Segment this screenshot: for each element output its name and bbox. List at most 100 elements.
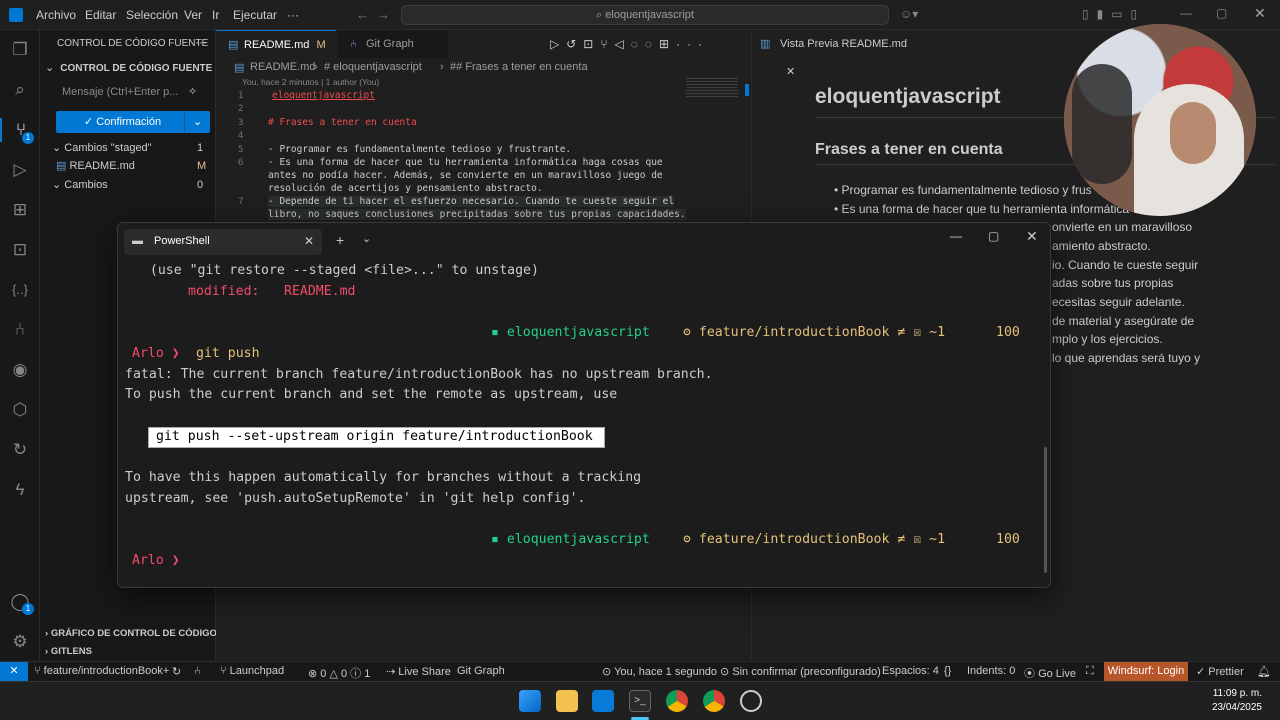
share-icon[interactable]: ↻ (8, 438, 32, 462)
remote-explorer-icon[interactable]: ⊡ (8, 238, 32, 262)
branch-indicator[interactable]: ⑂ feature/introductionBook+ (34, 665, 169, 677)
breadcrumb-heading-2[interactable]: ## Frases a tener en cuenta (450, 61, 588, 73)
minimap[interactable] (686, 78, 738, 98)
source-control-icon[interactable]: ⑂ (0, 118, 40, 142)
terminal-scrollbar[interactable] (1044, 447, 1047, 573)
golive-status[interactable]: ⦿ Go Live (1024, 665, 1076, 681)
menu-ver[interactable]: Ver (184, 8, 202, 22)
changes-group[interactable]: ⌄ Cambios 0 (40, 176, 216, 194)
menu-ir[interactable]: Ir (212, 8, 219, 22)
copilot-icon[interactable]: ☺▾ (900, 7, 918, 21)
close-window-icon[interactable]: ✕ (1254, 5, 1266, 22)
menu-ejecutar[interactable]: Ejecutar (233, 8, 277, 22)
check-icon: ✓ (84, 116, 94, 128)
chevron-down-icon[interactable]: ⌄ (362, 232, 371, 245)
minimize-icon[interactable]: — (950, 229, 962, 243)
breadcrumb-heading-1[interactable]: # eloquentjavascript (324, 61, 422, 73)
chevron-down-icon[interactable]: ⌄ (193, 111, 202, 133)
prompt-user: Arlo ❯ (132, 551, 180, 571)
notifications-icon[interactable]: 🔔︎ (1257, 665, 1271, 678)
git-graph-status-icon[interactable]: ⑃ (194, 665, 201, 677)
tab-readme[interactable]: ▤ README.md M (216, 30, 336, 58)
breadcrumb-file[interactable]: README.md (250, 61, 315, 73)
bolt-icon[interactable]: ϟ (8, 478, 32, 502)
preview-text-fragment: adas sobre tus propias (1052, 276, 1174, 290)
tab-git-graph[interactable]: ⑃ Git Graph (338, 30, 448, 58)
launchpad-item[interactable]: ⑂ Launchpad (220, 665, 284, 677)
status-bar: ✕ ⑂ feature/introductionBook+ ↻ ⑃ ⑂ Laun… (0, 661, 1280, 682)
layout-icons[interactable]: ▯▮▭▯ (1082, 7, 1145, 21)
prettier-status[interactable]: ✓ Prettier (1196, 665, 1244, 678)
prompt-repo: ▪ eloquentjavascript (491, 530, 650, 550)
forward-arrow-icon[interactable]: → (377, 7, 390, 22)
codelens-blame[interactable]: You, hace 2 minutos | 1 author (You) (242, 77, 379, 87)
gitlens-icon[interactable]: ◉ (8, 358, 32, 382)
staged-file-item[interactable]: ▤ README.md M (40, 157, 216, 175)
remote-indicator-icon[interactable]: ✕ (0, 662, 28, 682)
run-debug-icon[interactable]: ▷ (8, 158, 32, 182)
gitlens-section-header[interactable]: › GITLENS (40, 643, 216, 661)
taskbar-date[interactable]: 23/04/2025 (1190, 702, 1262, 713)
windows-start-icon[interactable] (519, 690, 541, 712)
menu-seleccion[interactable]: Selección (126, 8, 178, 22)
terminal-suggestion[interactable]: git push --set-upstream origin feature/i… (156, 427, 593, 447)
indents-status[interactable]: Indents: 0 (967, 665, 1015, 677)
openai-icon[interactable] (740, 690, 762, 712)
close-window-icon[interactable]: ✕ (1026, 228, 1038, 245)
code-line: eloquentjavascript (272, 90, 375, 101)
terminal-taskbar-icon[interactable]: >_ (629, 690, 651, 712)
commit-button[interactable]: ✓ Confirmación ⌄ (56, 111, 210, 133)
file-explorer-icon[interactable] (556, 690, 578, 712)
terminal-tab[interactable]: ▬ PowerShell ✕ (124, 229, 322, 255)
windsurf-icon: ⛶ (1086, 665, 1094, 677)
back-arrow-icon[interactable]: ← (356, 7, 369, 22)
new-tab-icon[interactable]: + (336, 232, 344, 248)
menu-editar[interactable]: Editar (85, 8, 116, 22)
scrollbar-thumb[interactable] (745, 84, 749, 96)
close-tab-icon[interactable]: ✕ (304, 234, 314, 248)
line-number: 4 (238, 131, 244, 141)
command-center-search[interactable]: ⌕ eloquentjavascript (401, 5, 889, 25)
unconfirmed-status[interactable]: ⊙ Sin confirmar (preconfigurado) (720, 665, 881, 678)
sparkle-icon[interactable]: ✧ (188, 85, 197, 98)
search-icon[interactable]: ⌕ (8, 78, 32, 102)
changes-count: 0 (197, 179, 204, 191)
spaces-status[interactable]: Espacios: 4 (882, 665, 939, 677)
minimize-icon[interactable]: — (1180, 6, 1192, 20)
staged-changes-group[interactable]: ⌄ Cambios "staged" 1 (40, 139, 216, 157)
vscode-taskbar-icon[interactable] (592, 690, 614, 712)
commit-message-input[interactable]: Mensaje (Ctrl+Enter p... (56, 82, 210, 102)
close-tab-icon[interactable]: ✕ (780, 66, 795, 78)
section-header[interactable]: ⌄ CONTROL DE CÓDIGO FUENTE (40, 59, 216, 77)
problems-indicator[interactable]: ⊗ 0 △ 0 ⓘ 1 (308, 665, 370, 681)
prompt-branch: ʘ feature/introductionBook ≠ ☒ ~1 (683, 323, 945, 343)
cube-icon[interactable]: ⬡ (8, 398, 32, 422)
chrome-icon[interactable] (666, 690, 688, 712)
liveshare-item[interactable]: ⇢ Live Share (386, 665, 451, 678)
code-area[interactable]: 1 eloquentjavascript 2 3 # Frases a tene… (216, 88, 750, 228)
preview-text-fragment: mplo y los ejercicios. (1052, 332, 1163, 346)
line-number: 1 (238, 91, 244, 101)
branch-indicator-label: feature/introductionBook+ (43, 665, 170, 677)
git-graph-icon[interactable]: ⑃ (8, 318, 32, 342)
windsurf-login-button[interactable]: Windsurf: Login (1104, 662, 1188, 682)
json-icon[interactable]: {..} (8, 278, 32, 302)
explorer-icon[interactable]: ❐ (8, 38, 32, 62)
braces-icon[interactable]: {} (944, 665, 951, 677)
gitgraph-status[interactable]: Git Graph (457, 665, 505, 677)
graph-section-header[interactable]: › GRÁFICO DE CONTROL DE CÓDIGO... (40, 625, 225, 643)
editor-actions[interactable]: ▷↺⊡⑂◁◌◌⊞··· (550, 37, 709, 51)
menu-archivo[interactable]: Archivo (36, 8, 76, 22)
tab-preview[interactable]: ▥ Vista Previa README.md ✕ (752, 30, 922, 78)
more-actions-icon[interactable]: ··· (195, 35, 207, 49)
preview-text-fragment: io. Cuando te cueste seguir (1052, 258, 1199, 272)
taskbar-time[interactable]: 11:09 p. m. (1190, 688, 1262, 699)
gear-icon[interactable]: ⚙ (8, 630, 32, 654)
blame-status[interactable]: ⊙ You, hace 1 segundo (602, 665, 717, 678)
menu-more[interactable]: ··· (287, 8, 299, 22)
chrome-profile-icon[interactable] (703, 690, 725, 712)
sync-icon[interactable]: ↻ (172, 665, 181, 678)
restore-icon[interactable]: ▢ (1216, 6, 1227, 20)
extensions-icon[interactable]: ⊞ (8, 198, 32, 222)
maximize-icon[interactable]: ▢ (988, 229, 999, 243)
